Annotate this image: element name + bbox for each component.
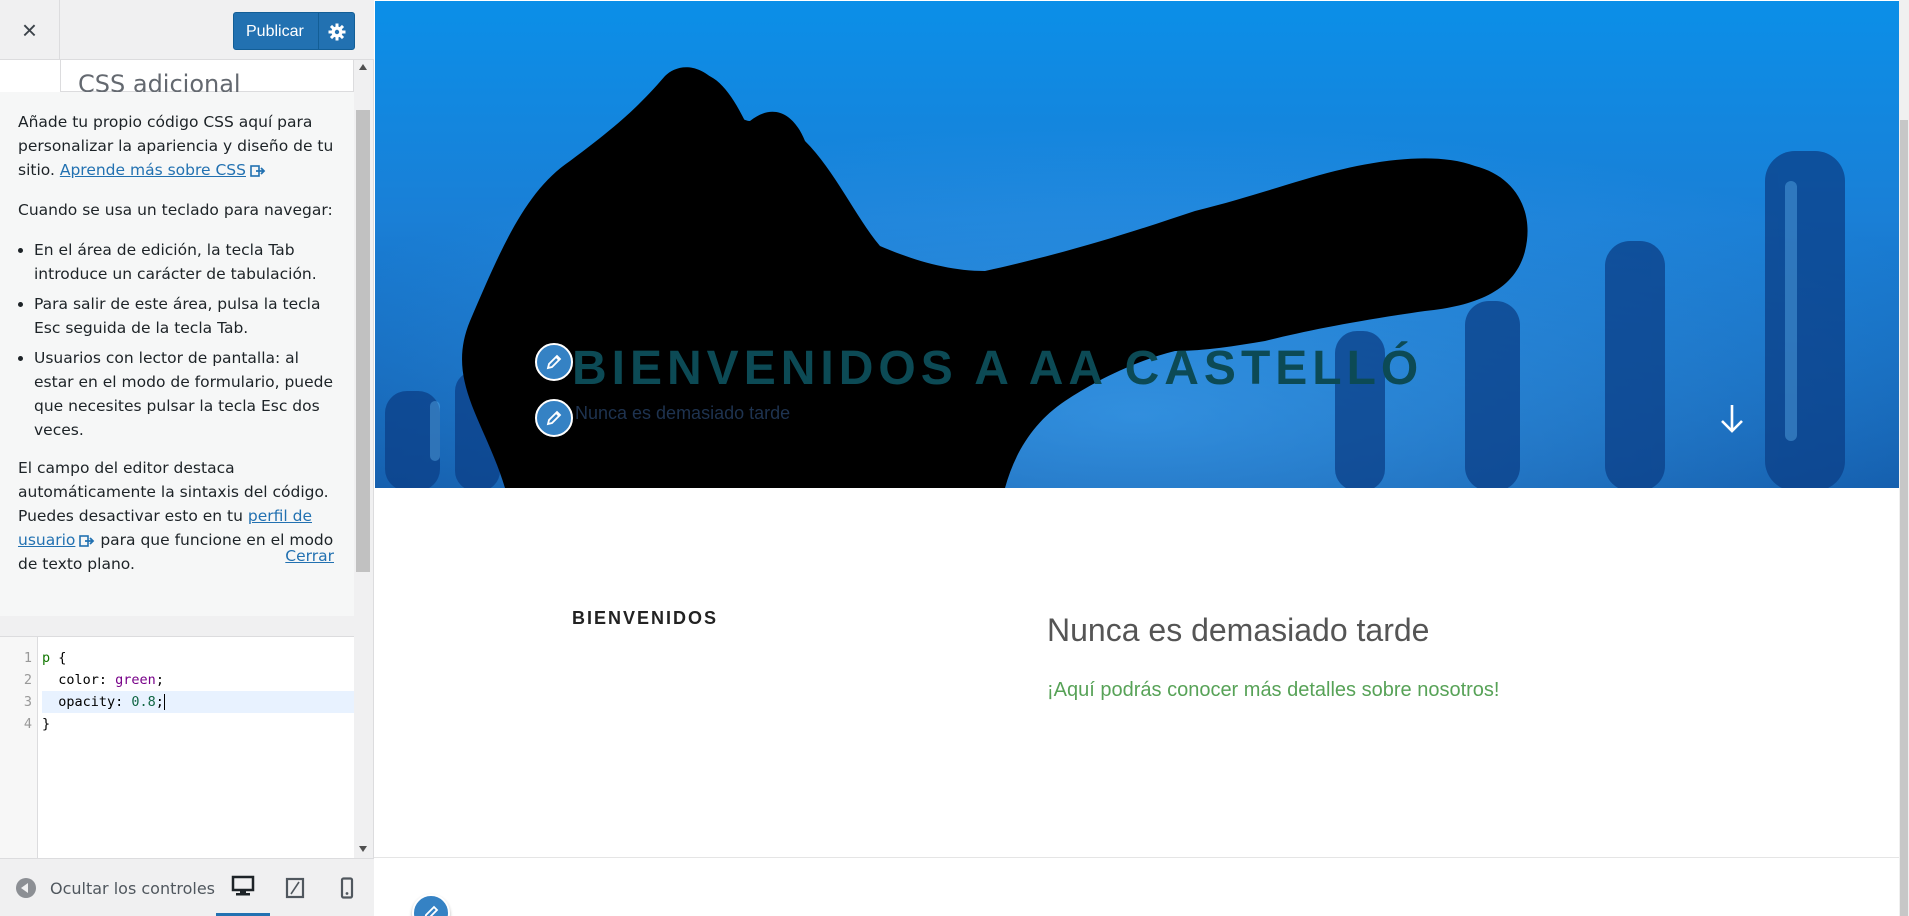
intro-section: BIENVENIDOS Nunca es demasiado tarde ¡Aq… xyxy=(374,488,1899,858)
edit-section-shortcut[interactable] xyxy=(412,894,450,916)
line-number-gutter: 1 2 3 4 xyxy=(0,637,38,859)
preview-mobile-button[interactable] xyxy=(320,859,374,916)
learn-css-link[interactable]: Aprende más sobre CSS xyxy=(60,161,246,179)
code-brace: { xyxy=(50,650,67,666)
collapse-sidebar-button[interactable]: Ocultar los controles xyxy=(16,875,215,901)
external-link-icon xyxy=(79,534,95,547)
intro-title: Nunca es demasiado tarde xyxy=(1047,612,1430,648)
preview-tablet-button[interactable] xyxy=(268,859,322,916)
css-selector: p xyxy=(42,650,51,666)
line-number: 2 xyxy=(23,672,32,688)
description-intro: Añade tu propio código CSS aquí para per… xyxy=(18,110,336,182)
publish-button[interactable]: Publicar xyxy=(233,12,355,50)
pencil-icon xyxy=(424,905,439,916)
code-semicolon: ; xyxy=(155,672,164,688)
intro-paragraph: ¡Aquí podrás conocer más detalles sobre … xyxy=(1047,679,1500,701)
section-description: Añade tu propio código CSS aquí para per… xyxy=(0,92,354,616)
text-cursor xyxy=(163,694,165,710)
line-number: 4 xyxy=(23,716,32,732)
gear-icon[interactable] xyxy=(324,19,350,45)
code-brace: } xyxy=(42,716,51,732)
scroll-up-arrow[interactable] xyxy=(359,64,367,70)
preview-scrollbar[interactable] xyxy=(1899,0,1909,916)
publish-divider xyxy=(318,13,319,49)
code-line[interactable]: } xyxy=(42,713,354,735)
arrow-down-icon[interactable] xyxy=(1717,401,1747,437)
sidebar-scrollbar[interactable] xyxy=(354,60,372,858)
collapse-icon xyxy=(16,878,36,898)
external-link-icon xyxy=(250,164,266,177)
line-number: 3 xyxy=(23,694,32,710)
customizer-header: × Publicar xyxy=(0,0,374,60)
close-help-link[interactable]: Cerrar xyxy=(285,544,334,568)
line-number: 1 xyxy=(23,650,32,666)
pencil-icon xyxy=(546,410,562,426)
pencil-icon xyxy=(546,354,562,370)
css-property: opacity: xyxy=(42,694,124,710)
preview-desktop-button[interactable] xyxy=(216,859,270,916)
keyboard-intro: Cuando se usa un teclado para navegar: xyxy=(18,201,333,219)
css-value: green xyxy=(107,672,156,688)
list-item: En el área de edición, la tecla Tab intr… xyxy=(34,238,336,286)
list-item: Para salir de este área, pulsa la tecla … xyxy=(34,292,336,340)
code-semicolon: ; xyxy=(155,694,164,710)
publish-button-label[interactable]: Publicar xyxy=(246,23,304,41)
desktop-icon xyxy=(231,875,255,896)
tablet-icon xyxy=(285,877,305,899)
customizer-footer: Ocultar los controles xyxy=(0,858,374,916)
collapse-label: Ocultar los controles xyxy=(50,878,216,898)
section-content: CSS adicional Añade tu propio código CSS… xyxy=(0,60,354,616)
edit-site-description-shortcut[interactable] xyxy=(535,399,573,437)
mobile-icon xyxy=(340,877,354,899)
section-divider xyxy=(374,857,1899,858)
list-item: Usuarios con lector de pantalla: al esta… xyxy=(34,346,336,442)
keyboard-list: En el área de edición, la tecla Tab intr… xyxy=(18,238,336,442)
site-title[interactable]: BIENVENIDOS A AA CASTELLÓ xyxy=(572,341,1423,396)
scrollbar-thumb[interactable] xyxy=(356,110,370,572)
code-line-active[interactable]: opacity: 0.8; xyxy=(42,691,354,713)
css-value: 0.8 xyxy=(123,694,156,710)
intro-heading: BIENVENIDOS xyxy=(572,608,719,628)
section-title-box: CSS adicional xyxy=(60,60,354,98)
css-code-editor[interactable]: 1 2 3 4 p { color: green; opacity: 0.8; … xyxy=(0,636,354,859)
code-line[interactable]: p { xyxy=(42,647,354,669)
scrollbar-thumb[interactable] xyxy=(1900,120,1908,916)
site-preview: BIENVENIDOS A AA CASTELLÓ Nunca es demas… xyxy=(374,0,1909,916)
site-description: Nunca es demasiado tarde xyxy=(575,403,791,423)
customizer-sidebar: × Publicar CSS adicional Añade tu propio… xyxy=(0,0,374,916)
css-property: color: xyxy=(42,672,108,688)
header-hero-image: BIENVENIDOS A AA CASTELLÓ Nunca es demas… xyxy=(375,1,1899,488)
edit-site-title-shortcut[interactable] xyxy=(535,343,573,381)
scroll-down-arrow[interactable] xyxy=(359,846,367,852)
close-customizer-button[interactable]: × xyxy=(0,0,60,60)
code-line[interactable]: color: green; xyxy=(42,669,354,691)
